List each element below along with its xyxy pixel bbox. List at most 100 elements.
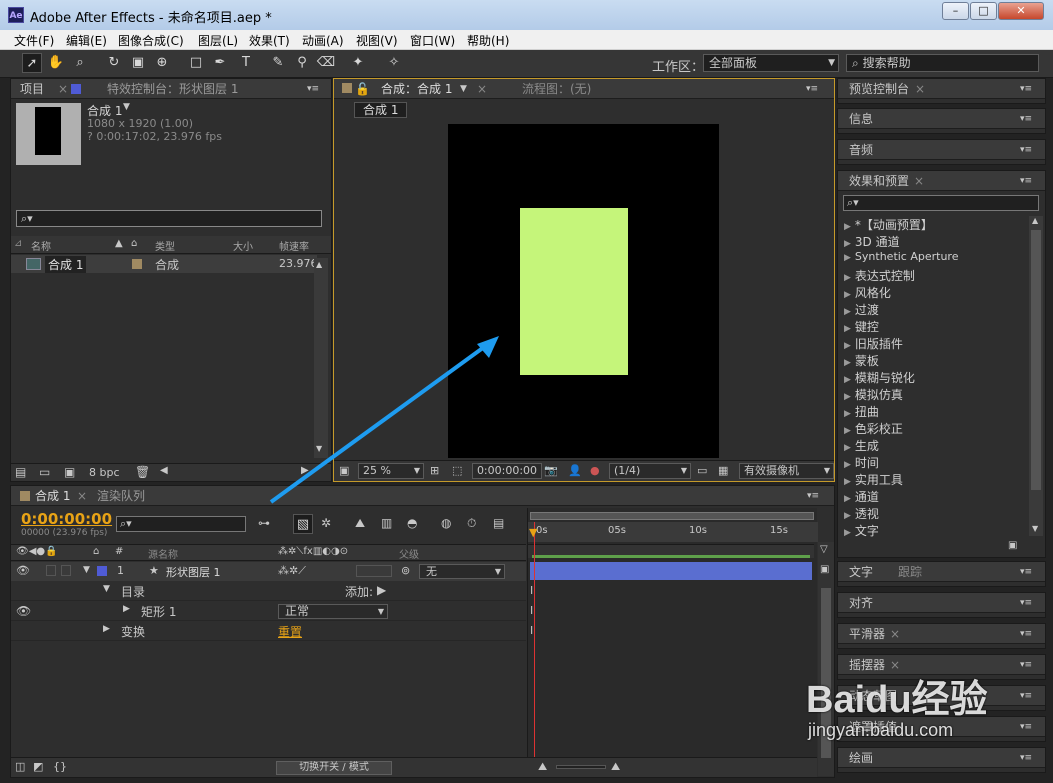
tab-flowchart[interactable]: 流程图：(无) bbox=[522, 81, 591, 99]
zoom-in-icon[interactable]: ⛰ bbox=[611, 760, 620, 774]
effect-category[interactable]: ▶ 实用工具 bbox=[844, 471, 903, 488]
menu-effect[interactable]: 效果(T) bbox=[249, 32, 290, 49]
zoom-out-icon[interactable]: ⛰ bbox=[538, 760, 547, 774]
draft-3d-icon[interactable]: ✲ bbox=[321, 516, 331, 530]
panel-menu-icon[interactable]: ▾≡ bbox=[307, 81, 319, 99]
add-menu-icon[interactable]: ▶ bbox=[377, 583, 386, 597]
tab-info[interactable]: 信息 bbox=[849, 111, 873, 129]
contents-row[interactable]: ▼ 目录 添加: ▶ bbox=[11, 582, 526, 601]
effect-category[interactable]: ▶ 文字 bbox=[844, 522, 879, 539]
show-snapshot-icon[interactable]: 👤 bbox=[568, 464, 582, 477]
camera-tool-icon[interactable]: ▣ bbox=[128, 53, 148, 73]
tab-project[interactable]: 项目 bbox=[20, 81, 44, 99]
effect-category[interactable]: ▶ 过渡 bbox=[844, 301, 879, 318]
trash-icon[interactable]: 🗑 bbox=[135, 465, 150, 479]
effect-category[interactable]: ▶ 蒙板 bbox=[844, 352, 879, 369]
time-graph[interactable]: 0s 05s 10s 15s I I I ▼ bbox=[527, 508, 818, 776]
layer-duration-bar[interactable] bbox=[530, 562, 812, 580]
comp-mini-flowchart-icon[interactable]: ⊶ bbox=[258, 516, 270, 530]
effect-category[interactable]: ▶ 旧版插件 bbox=[844, 335, 903, 352]
rect-row[interactable]: 👁 ▶ 矩形 1 正常 ▼ bbox=[11, 602, 526, 621]
roto-brush-tool-icon[interactable]: ✦ bbox=[348, 53, 368, 73]
text-tool-icon[interactable]: T bbox=[236, 53, 256, 73]
frame-blending-icon[interactable]: ▥ bbox=[381, 516, 392, 530]
reset-link[interactable]: 重置 bbox=[278, 623, 302, 640]
graph-editor-icon[interactable]: ▤ bbox=[493, 516, 504, 530]
eye-icon[interactable]: 👁 bbox=[16, 564, 30, 577]
menu-help[interactable]: 帮助(H) bbox=[467, 32, 509, 49]
comp-button-icon[interactable]: ▣ bbox=[820, 564, 829, 575]
transparency-grid-icon[interactable]: ▦ bbox=[718, 464, 728, 477]
effect-category[interactable]: ▶ 风格化 bbox=[844, 284, 891, 301]
graph-toggle-icon[interactable]: ▽ bbox=[820, 544, 828, 555]
brush-tool-icon[interactable]: ✎ bbox=[268, 53, 288, 73]
zoom-slider[interactable] bbox=[556, 765, 606, 769]
layer-name[interactable]: 形状图层 1 bbox=[166, 564, 221, 580]
brainstorm-icon[interactable]: ◍ bbox=[441, 516, 451, 530]
menu-composition[interactable]: 图像合成(C) bbox=[118, 32, 184, 49]
panel-menu-icon[interactable]: ▾≡ bbox=[1020, 173, 1032, 191]
playhead-icon[interactable]: ▼ bbox=[529, 526, 537, 539]
project-search-input[interactable]: ⌕▾ bbox=[16, 210, 322, 227]
tab-smoother[interactable]: 平滑器 bbox=[849, 626, 885, 644]
workspace-select[interactable]: 全部面板 ▼ bbox=[703, 54, 839, 72]
tab-effect-controls[interactable]: 特效控制台：形状图层 1 bbox=[107, 81, 238, 99]
scroll-up-icon[interactable]: ▲ bbox=[1032, 216, 1038, 225]
motion-blur-icon[interactable]: ◓ bbox=[407, 516, 417, 530]
scroll-up-icon[interactable]: ▲ bbox=[316, 260, 322, 269]
blend-mode-select[interactable]: 正常 ▼ bbox=[278, 604, 388, 619]
menu-view[interactable]: 视图(V) bbox=[356, 32, 398, 49]
close-icon[interactable]: × bbox=[477, 81, 487, 99]
layer-switches-pane-icon[interactable]: ◫ bbox=[15, 760, 25, 773]
collapse-icon[interactable]: ▼ bbox=[83, 565, 90, 575]
effect-category[interactable]: ▶ 时间 bbox=[844, 454, 879, 471]
resolution-select[interactable]: (1/4) ▼ bbox=[609, 463, 691, 479]
panel-menu-icon[interactable]: ▾≡ bbox=[1020, 719, 1032, 737]
scroll-down-icon[interactable]: ▼ bbox=[1032, 524, 1038, 533]
tab-render-queue[interactable]: 渲染队列 bbox=[97, 488, 145, 506]
col-fps[interactable]: 帧速率 bbox=[279, 238, 309, 253]
lock-toggle[interactable] bbox=[61, 565, 71, 576]
search-help-input[interactable]: ⌕ 搜索帮助 bbox=[846, 54, 1039, 72]
shape-layer-rectangle[interactable] bbox=[520, 208, 628, 375]
panel-menu-icon[interactable]: ▾≡ bbox=[1020, 81, 1032, 99]
close-icon[interactable]: × bbox=[77, 488, 87, 506]
selection-tool-icon[interactable]: ➚ bbox=[22, 53, 42, 73]
effect-category[interactable]: ▶ 模拟仿真 bbox=[844, 386, 903, 403]
chevron-down-icon[interactable]: ▼ bbox=[460, 81, 467, 99]
close-icon[interactable]: × bbox=[58, 81, 68, 99]
tab-align[interactable]: 对齐 bbox=[849, 595, 873, 613]
col-name[interactable]: 名称 bbox=[31, 238, 51, 253]
effect-category[interactable]: ▶ 生成 bbox=[844, 437, 879, 454]
snapshot-icon[interactable]: 📷 bbox=[544, 464, 558, 477]
tab-character[interactable]: 文字 bbox=[849, 564, 873, 582]
region-of-interest-icon[interactable]: ▭ bbox=[697, 464, 707, 477]
close-icon[interactable]: × bbox=[914, 173, 924, 191]
pen-tool-icon[interactable]: ✒ bbox=[210, 53, 230, 73]
tab-tracker[interactable]: 跟踪 bbox=[898, 564, 922, 582]
minimize-button[interactable]: – bbox=[942, 2, 969, 20]
tab-audio[interactable]: 音频 bbox=[849, 142, 873, 160]
expand-icon[interactable]: ▶ bbox=[103, 624, 110, 634]
effect-category[interactable]: ▶ 色彩校正 bbox=[844, 420, 903, 437]
panel-menu-icon[interactable]: ▾≡ bbox=[1020, 142, 1032, 160]
tab-effects-presets[interactable]: 效果和预置 bbox=[849, 173, 909, 191]
add-label[interactable]: 添加: bbox=[345, 583, 373, 600]
effects-scrollbar[interactable]: ▲ ▼ bbox=[1029, 216, 1043, 536]
hide-shy-icon[interactable]: ⛰ bbox=[355, 516, 365, 531]
col-source-name[interactable]: 源名称 bbox=[148, 546, 178, 561]
tab-preview[interactable]: 预览控制台 bbox=[849, 81, 909, 99]
bit-depth-label[interactable]: 8 bpc bbox=[89, 466, 120, 479]
lock-icon[interactable]: 🔓 bbox=[355, 81, 370, 99]
effect-category[interactable]: ▶ 键控 bbox=[844, 318, 879, 335]
new-preset-icon[interactable]: ▣ bbox=[1008, 540, 1017, 551]
chevron-down-icon[interactable]: ▼ bbox=[123, 102, 130, 112]
effect-category[interactable]: ▶ 表达式控制 bbox=[844, 267, 915, 284]
collapse-icon[interactable]: ▼ bbox=[103, 584, 110, 594]
effect-category[interactable]: ▶ 3D 通道 bbox=[844, 233, 900, 250]
color-channels-icon[interactable]: ● bbox=[590, 464, 600, 477]
new-comp-icon[interactable]: ▣ bbox=[64, 465, 75, 479]
menu-edit[interactable]: 编辑(E) bbox=[66, 32, 107, 49]
tab-composition[interactable]: 合成：合成 1 bbox=[381, 81, 452, 99]
eraser-tool-icon[interactable]: ⌫ bbox=[316, 53, 336, 73]
